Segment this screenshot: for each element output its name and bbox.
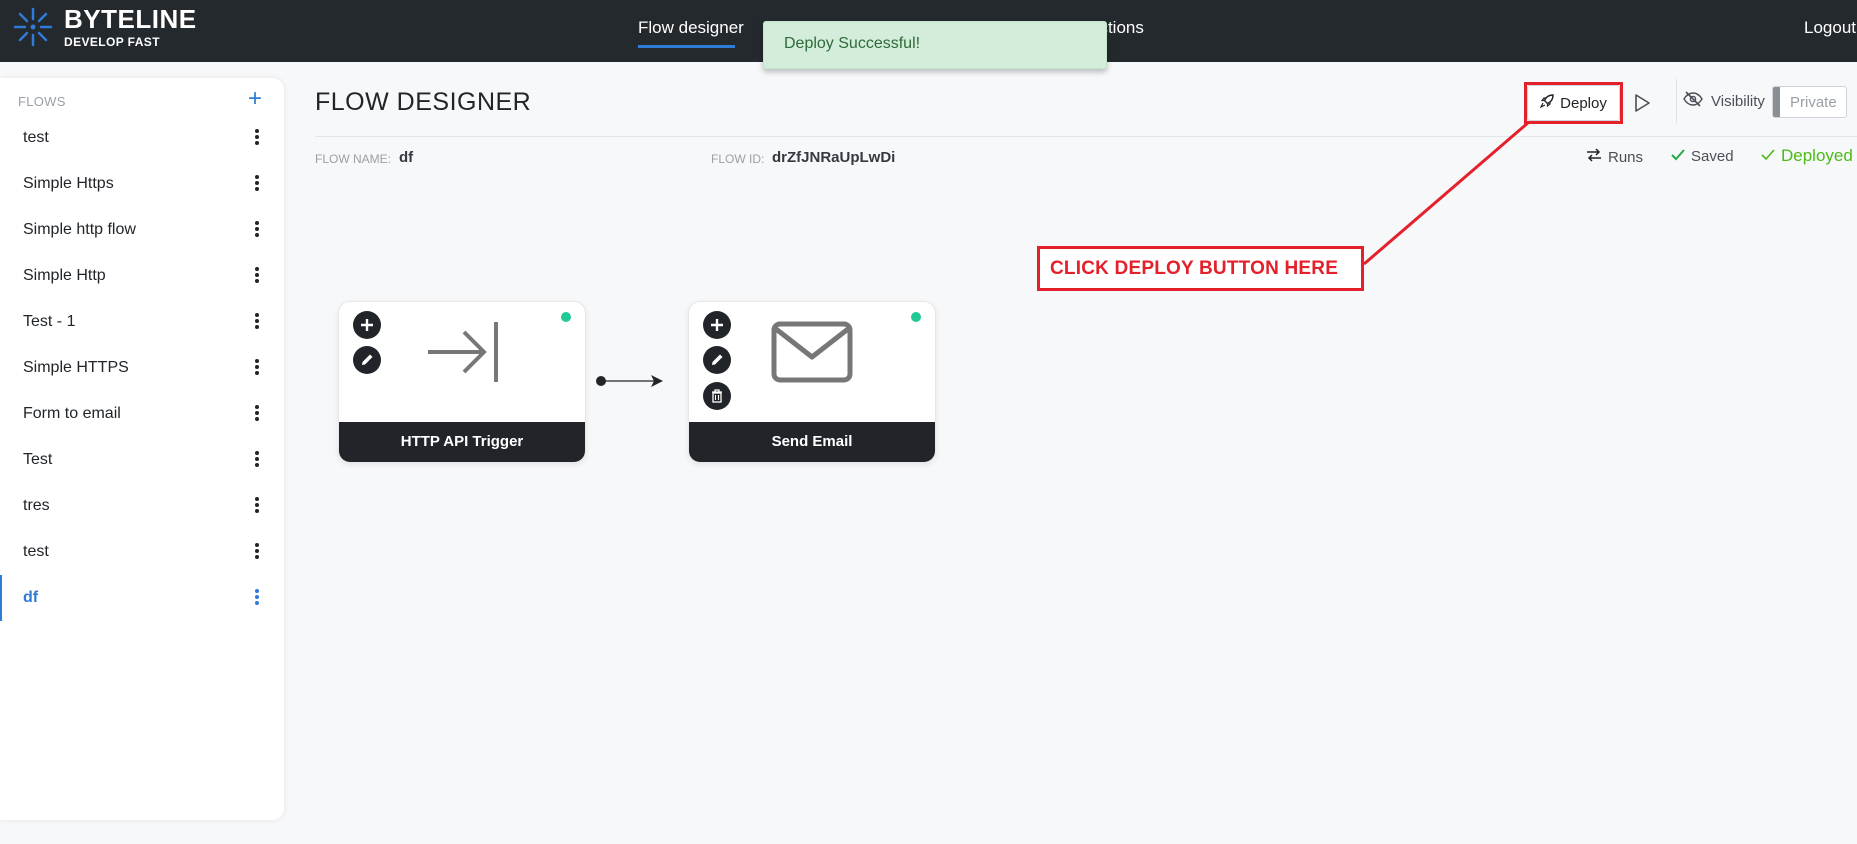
flow-name-value: df — [399, 149, 414, 166]
brand-tagline: DEVELOP FAST — [64, 35, 160, 49]
visibility-control: Visibility — [1683, 91, 1765, 111]
kebab-menu-icon[interactable] — [252, 219, 262, 241]
page-title: FLOW DESIGNER — [315, 88, 532, 116]
node-add-button[interactable] — [353, 311, 381, 339]
flow-item-label: Simple HTTPS — [23, 359, 129, 376]
node-title: Send Email — [689, 422, 935, 462]
flow-item-label: test — [23, 543, 49, 560]
arrow-to-line-icon — [426, 320, 500, 389]
kebab-menu-icon[interactable] — [252, 541, 262, 563]
runs-link[interactable]: Runs — [1586, 148, 1643, 166]
node-delete-button[interactable] — [703, 382, 731, 410]
flow-item-label: Simple Http — [23, 267, 106, 284]
flow-list: test Simple Https Simple http flow Simpl… — [0, 115, 284, 621]
byteline-logo-icon — [12, 6, 54, 48]
kebab-menu-icon[interactable] — [252, 173, 262, 195]
flow-item-simple-https-2[interactable]: Simple HTTPS — [0, 345, 284, 391]
run-play-button[interactable] — [1630, 91, 1654, 115]
visibility-value: Private — [1790, 94, 1837, 111]
node-status-dot — [561, 312, 571, 322]
flow-item-test-3[interactable]: test — [0, 529, 284, 575]
node-send-email[interactable]: Send Email — [688, 301, 936, 463]
kebab-menu-icon[interactable] — [252, 403, 262, 425]
kebab-menu-icon[interactable] — [252, 495, 262, 517]
kebab-menu-icon[interactable] — [252, 449, 262, 471]
node-connector-arrow — [596, 375, 663, 387]
flow-item-df[interactable]: df — [0, 575, 284, 621]
deployed-status: Deployed — [1761, 146, 1853, 166]
flow-item-label: Form to email — [23, 405, 121, 422]
saved-status: Saved — [1671, 148, 1734, 165]
node-status-dot — [911, 312, 921, 322]
add-flow-button[interactable]: + — [248, 87, 262, 111]
flow-id-value: drZfJNRaUpLwDi — [772, 149, 896, 166]
node-http-api-trigger[interactable]: HTTP API Trigger — [338, 301, 586, 463]
flow-item-test[interactable]: test — [0, 115, 284, 161]
flow-item-simple-http-flow[interactable]: Simple http flow — [0, 207, 284, 253]
flow-item-label: test — [23, 129, 49, 146]
flow-id-key: FLOW ID: — [711, 152, 765, 166]
swap-arrows-icon — [1586, 148, 1608, 166]
visibility-toggle[interactable]: Private — [1772, 86, 1847, 118]
eye-slash-icon — [1683, 91, 1711, 111]
flow-name-key: FLOW NAME: — [315, 152, 392, 166]
annotation-callout: CLICK DEPLOY BUTTON HERE — [1037, 246, 1364, 291]
toggle-knob — [1773, 87, 1780, 117]
node-add-button[interactable] — [703, 311, 731, 339]
runs-label: Runs — [1608, 148, 1644, 166]
deploy-success-toast: Deploy Successful! — [763, 21, 1107, 69]
flow-item-form-to-email[interactable]: Form to email — [0, 391, 284, 437]
kebab-menu-icon[interactable] — [252, 127, 262, 149]
sidebar-header: FLOWS — [18, 94, 66, 109]
node-edit-button[interactable] — [703, 346, 731, 374]
flow-item-simple-http[interactable]: Simple Http — [0, 253, 284, 299]
kebab-menu-icon[interactable] — [252, 311, 262, 333]
node-title: HTTP API Trigger — [339, 422, 585, 462]
play-icon — [1630, 94, 1654, 119]
check-icon — [1671, 148, 1691, 165]
toast-message: Deploy Successful! — [784, 35, 921, 52]
annotation-text: CLICK DEPLOY BUTTON HERE — [1050, 258, 1339, 279]
envelope-icon — [771, 321, 853, 388]
kebab-menu-icon[interactable] — [252, 587, 262, 609]
flows-sidebar: FLOWS + test Simple Https Simple http fl… — [0, 78, 284, 820]
flow-item-simple-https[interactable]: Simple Https — [0, 161, 284, 207]
flow-item-label: Simple http flow — [23, 221, 136, 238]
node-edit-button[interactable] — [353, 346, 381, 374]
flow-item-tres[interactable]: tres — [0, 483, 284, 529]
saved-label: Saved — [1691, 148, 1734, 165]
flow-item-test-2[interactable]: Test — [0, 437, 284, 483]
flow-item-label: df — [23, 589, 39, 606]
flow-item-label: Simple Https — [23, 175, 114, 192]
deployed-label: Deployed — [1781, 146, 1853, 165]
flow-item-label: tres — [23, 497, 50, 514]
nav-logout[interactable]: Logout — [1804, 18, 1856, 38]
header-divider — [1676, 79, 1677, 123]
kebab-menu-icon[interactable] — [252, 265, 262, 287]
brand-logo[interactable]: BYTELINE DEVELOP FAST — [12, 6, 197, 48]
deploy-highlight-box — [1524, 82, 1623, 124]
brand-name: BYTELINE — [64, 4, 197, 34]
flow-item-test-1[interactable]: Test - 1 — [0, 299, 284, 345]
nav-flow-designer[interactable]: Flow designer — [638, 18, 744, 38]
header-separator — [315, 136, 1857, 137]
flow-item-label: Test — [23, 451, 53, 468]
kebab-menu-icon[interactable] — [252, 357, 262, 379]
flow-item-label: Test - 1 — [23, 313, 76, 330]
visibility-label: Visibility — [1711, 92, 1765, 110]
nav-active-indicator — [638, 45, 735, 48]
check-icon — [1761, 146, 1781, 166]
